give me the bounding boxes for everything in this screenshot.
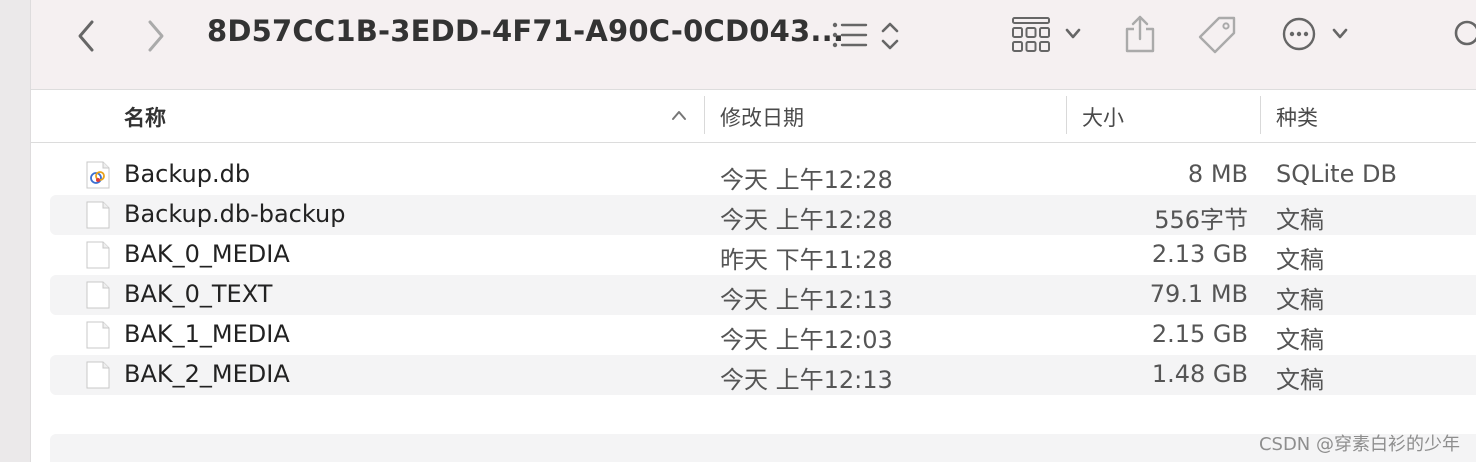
file-size: 1.48 GB [1151,360,1248,388]
file-size: 8 MB [1187,160,1248,188]
chevron-left-icon[interactable] [71,18,101,54]
document-icon [86,321,110,349]
list-view-icon[interactable] [831,20,869,50]
window-title: 8D57CC1B-3EDD-4F71-A90C-0CD043... [207,14,845,48]
chevron-down-icon[interactable] [1331,27,1349,41]
sort-updown-icon[interactable] [879,20,901,52]
chevron-right-icon[interactable] [141,18,171,54]
sidebar-edge [0,0,31,462]
file-row[interactable]: BAK_1_MEDIA 今天 上午12:03 2.15 GB 文稿 [31,315,1476,355]
file-kind: 文稿 [1276,246,1324,274]
file-size: 2.13 GB [1151,240,1248,268]
document-icon [86,281,110,309]
more-icon[interactable] [1281,16,1317,52]
column-header-row: 名称 修改日期 大小 种类 [31,90,1476,143]
file-name: Backup.db-backup [124,200,346,228]
file-row[interactable]: BAK_0_MEDIA 昨天 下午11:28 2.13 GB 文稿 [31,235,1476,275]
file-kind: 文稿 [1276,206,1324,234]
file-list: Backup.db 今天 上午12:28 8 MB SQLite DB Back… [31,155,1476,395]
file-row[interactable]: Backup.db 今天 上午12:28 8 MB SQLite DB [31,155,1476,195]
watermark: CSDN @穿素白衫的少年 [1258,434,1460,455]
column-header-size[interactable]: 大小 [1082,102,1124,132]
share-icon[interactable] [1123,13,1157,55]
file-name: Backup.db [124,160,251,188]
file-date: 今天 上午12:13 [720,286,893,314]
file-kind: 文稿 [1276,366,1324,394]
file-kind: SQLite DB [1276,160,1397,188]
column-divider[interactable] [1260,96,1261,134]
column-divider[interactable] [1066,96,1067,134]
column-header-date[interactable]: 修改日期 [720,102,804,132]
document-icon [86,201,110,229]
file-name: BAK_0_TEXT [124,280,273,308]
file-date: 今天 上午12:28 [720,166,893,194]
file-name: BAK_1_MEDIA [124,320,290,348]
sqlite-file-icon [86,161,110,189]
file-row[interactable]: BAK_0_TEXT 今天 上午12:13 79.1 MB 文稿 [31,275,1476,315]
file-size: 79.1 MB [1149,280,1248,308]
file-kind: 文稿 [1276,326,1324,354]
search-icon[interactable] [1451,18,1476,52]
chevron-down-icon[interactable] [1064,27,1082,41]
file-size: 2.15 GB [1151,320,1248,348]
finder-window: 8D57CC1B-3EDD-4F71-A90C-0CD043... 名称 修改日… [0,0,1476,462]
file-date: 今天 上午12:28 [720,206,893,234]
column-divider[interactable] [704,96,705,134]
file-date: 昨天 下午11:28 [720,246,893,274]
grid-view-icon[interactable] [1011,16,1051,54]
file-name: BAK_2_MEDIA [124,360,290,388]
file-date: 今天 上午12:13 [720,366,893,394]
file-kind: 文稿 [1276,286,1324,314]
sort-ascending-icon[interactable] [670,109,688,121]
column-header-kind[interactable]: 种类 [1276,102,1318,132]
toolbar: 8D57CC1B-3EDD-4F71-A90C-0CD043... [31,0,1476,90]
tag-icon[interactable] [1197,15,1237,55]
column-header-name[interactable]: 名称 [124,102,166,132]
file-name: BAK_0_MEDIA [124,240,290,268]
file-row[interactable]: Backup.db-backup 今天 上午12:28 556字节 文稿 [31,195,1476,235]
document-icon [86,241,110,269]
document-icon [86,361,110,389]
file-row[interactable]: BAK_2_MEDIA 今天 上午12:13 1.48 GB 文稿 [31,355,1476,395]
file-date: 今天 上午12:03 [720,326,893,354]
file-size: 556字节 [1154,206,1248,234]
